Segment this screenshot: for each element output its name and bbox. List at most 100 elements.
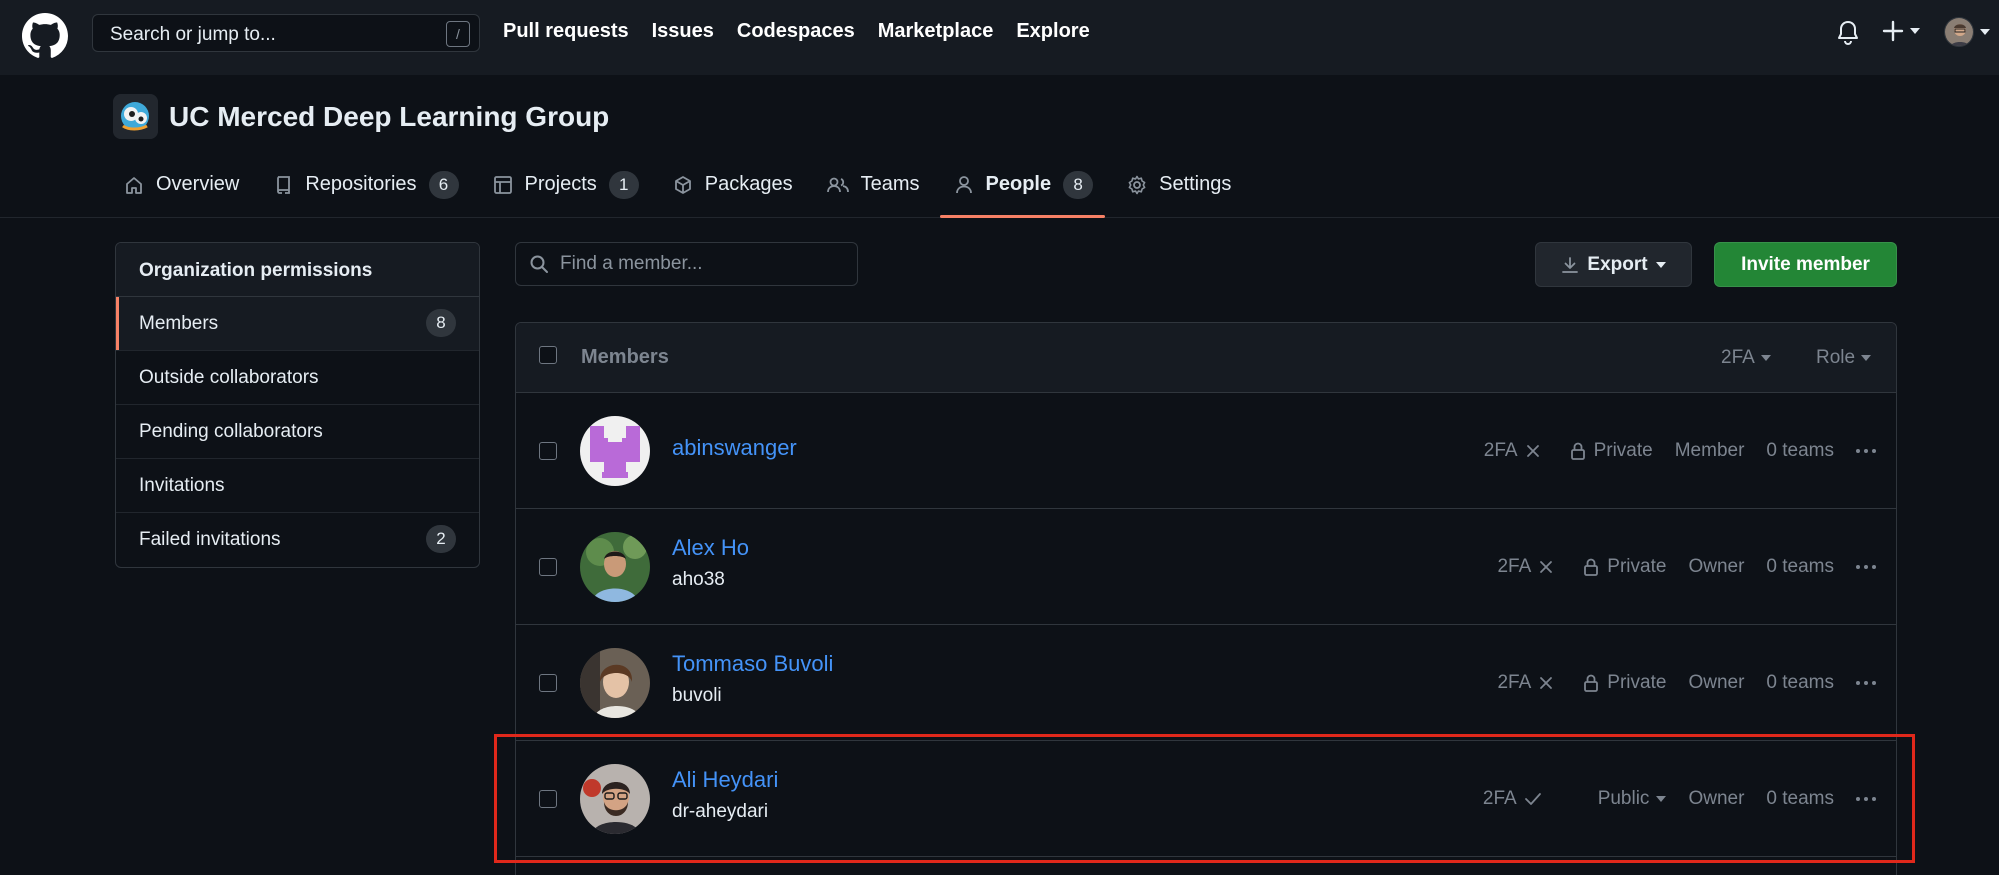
member-name-link[interactable]: Ali Heydari xyxy=(672,767,778,793)
person-icon xyxy=(954,175,974,195)
nav-issues[interactable]: Issues xyxy=(652,20,714,43)
filter-2fa-label: 2FA xyxy=(1721,347,1755,368)
sidebar-item-members[interactable]: Members 8 xyxy=(116,297,479,351)
visibility-status: Private xyxy=(1569,440,1653,462)
org-name[interactable]: UC Merced Deep Learning Group xyxy=(169,101,609,133)
tab-repositories[interactable]: Repositories 6 xyxy=(273,171,459,218)
tab-label: Settings xyxy=(1159,173,1232,195)
find-member-input[interactable] xyxy=(560,253,850,275)
nav-pull-requests[interactable]: Pull requests xyxy=(503,20,629,43)
nav-codespaces[interactable]: Codespaces xyxy=(737,20,855,43)
chevron-down-icon xyxy=(1980,29,1990,35)
member-checkbox[interactable] xyxy=(539,674,557,692)
chevron-down-icon xyxy=(1656,796,1667,802)
member-name-link[interactable]: abinswanger xyxy=(672,435,797,461)
tab-teams[interactable]: Teams xyxy=(826,171,920,218)
filter-2fa-dropdown[interactable]: 2FA xyxy=(1721,347,1771,369)
members-header-title: Members xyxy=(581,346,669,368)
user-avatar xyxy=(1944,17,1974,47)
github-logo-icon[interactable] xyxy=(22,13,68,59)
people-count-badge: 8 xyxy=(1063,171,1094,199)
member-avatar[interactable] xyxy=(580,764,650,834)
notifications-bell-icon[interactable] xyxy=(1836,20,1860,46)
member-avatar[interactable] xyxy=(580,532,650,602)
tab-people[interactable]: People 8 xyxy=(939,171,1105,218)
member-name-link[interactable]: Tommaso Buvoli xyxy=(672,651,833,677)
find-member-field[interactable] xyxy=(515,242,858,286)
tab-label: People xyxy=(985,173,1052,195)
member-teams[interactable]: 0 teams xyxy=(1766,788,1834,810)
sidebar-item-outside-collaborators[interactable]: Outside collaborators xyxy=(116,351,479,405)
package-icon xyxy=(673,175,693,195)
more-options-icon[interactable] xyxy=(1856,565,1876,569)
more-options-icon[interactable] xyxy=(1856,797,1876,801)
permissions-sidebar: Organization permissions Members 8 Outsi… xyxy=(115,242,480,568)
nav-explore[interactable]: Explore xyxy=(1016,20,1089,43)
member-row: abinswanger 2FA Private Member 0 teams xyxy=(516,393,1896,509)
chevron-down-icon xyxy=(1910,28,1920,34)
tab-projects[interactable]: Projects 1 xyxy=(493,171,639,218)
member-checkbox[interactable] xyxy=(539,790,557,808)
search-placeholder: Search or jump to... xyxy=(110,24,276,45)
sidebar-item-label: Outside collaborators xyxy=(139,366,319,388)
global-header: Search or jump to... / Pull requests Iss… xyxy=(0,0,1999,75)
member-login: dr-aheydari xyxy=(672,801,769,822)
member-login: buvoli xyxy=(672,685,722,706)
check-icon xyxy=(1524,791,1542,807)
tab-packages[interactable]: Packages xyxy=(673,171,793,218)
members-table: Members 2FA Role abinswanger 2FA Private… xyxy=(515,322,1897,875)
member-teams[interactable]: 0 teams xyxy=(1766,556,1834,578)
member-row: Ali Heydari dr-aheydari 2FA Public Owner… xyxy=(516,741,1896,857)
more-options-icon[interactable] xyxy=(1856,681,1876,685)
2fa-status: 2FA xyxy=(1483,788,1542,810)
2fa-label: 2FA xyxy=(1483,440,1518,461)
tab-label: Overview xyxy=(156,173,240,195)
export-label: Export xyxy=(1587,253,1648,275)
sidebar-heading: Organization permissions xyxy=(116,243,479,297)
tab-settings[interactable]: Settings xyxy=(1127,171,1231,218)
member-avatar[interactable] xyxy=(580,416,650,486)
sidebar-item-invitations[interactable]: Invitations xyxy=(116,459,479,513)
2fa-status: 2FA xyxy=(1497,556,1554,578)
create-new-menu[interactable] xyxy=(1882,20,1920,42)
search-shortcut-key: / xyxy=(446,21,470,47)
user-menu[interactable] xyxy=(1944,17,1990,47)
x-icon xyxy=(1538,559,1554,575)
tab-overview[interactable]: Overview xyxy=(124,171,239,218)
repo-icon xyxy=(273,175,293,195)
lock-icon xyxy=(1582,673,1600,693)
x-icon xyxy=(1538,675,1554,691)
nav-marketplace[interactable]: Marketplace xyxy=(878,20,994,43)
sidebar-item-failed-invitations[interactable]: Failed invitations 2 xyxy=(116,513,479,567)
more-options-icon[interactable] xyxy=(1856,449,1876,453)
member-name-link[interactable]: Alex Ho xyxy=(672,535,749,561)
sidebar-item-label: Members xyxy=(139,312,219,334)
filter-role-dropdown[interactable]: Role xyxy=(1816,347,1872,369)
sidebar-item-pending-collaborators[interactable]: Pending collaborators xyxy=(116,405,479,459)
member-teams[interactable]: 0 teams xyxy=(1766,672,1834,694)
member-checkbox[interactable] xyxy=(539,558,557,576)
member-teams[interactable]: 0 teams xyxy=(1766,440,1834,462)
member-meta: 2FA Public Owner 0 teams xyxy=(1483,741,1876,857)
table-icon xyxy=(493,175,513,195)
invite-member-button[interactable]: Invite member xyxy=(1714,242,1897,287)
org-avatar[interactable] xyxy=(113,94,158,139)
lock-icon xyxy=(1582,557,1600,577)
member-avatar[interactable] xyxy=(580,648,650,718)
chevron-down-icon xyxy=(1861,355,1872,361)
2fa-status: 2FA xyxy=(1497,672,1554,694)
org-tabs: Overview Repositories 6 Projects 1 Packa… xyxy=(124,171,1265,218)
select-all-checkbox[interactable] xyxy=(539,346,557,364)
visibility-dropdown[interactable]: Public xyxy=(1598,788,1667,810)
member-row: Tommaso Buvoli buvoli 2FA Private Owner … xyxy=(516,625,1896,741)
visibility-label: Public xyxy=(1597,788,1650,809)
member-checkbox[interactable] xyxy=(539,442,557,460)
sidebar-item-label: Invitations xyxy=(139,474,225,496)
tab-label: Teams xyxy=(860,173,920,195)
member-row: Alex Ho aho38 2FA Private Owner 0 teams xyxy=(516,509,1896,625)
export-button[interactable]: Export xyxy=(1535,242,1692,287)
global-search-input[interactable]: Search or jump to... / xyxy=(92,14,480,52)
sidebar-item-label: Pending collaborators xyxy=(139,420,323,442)
visibility-label: Private xyxy=(1607,672,1667,693)
visibility-status: Private xyxy=(1582,672,1666,694)
